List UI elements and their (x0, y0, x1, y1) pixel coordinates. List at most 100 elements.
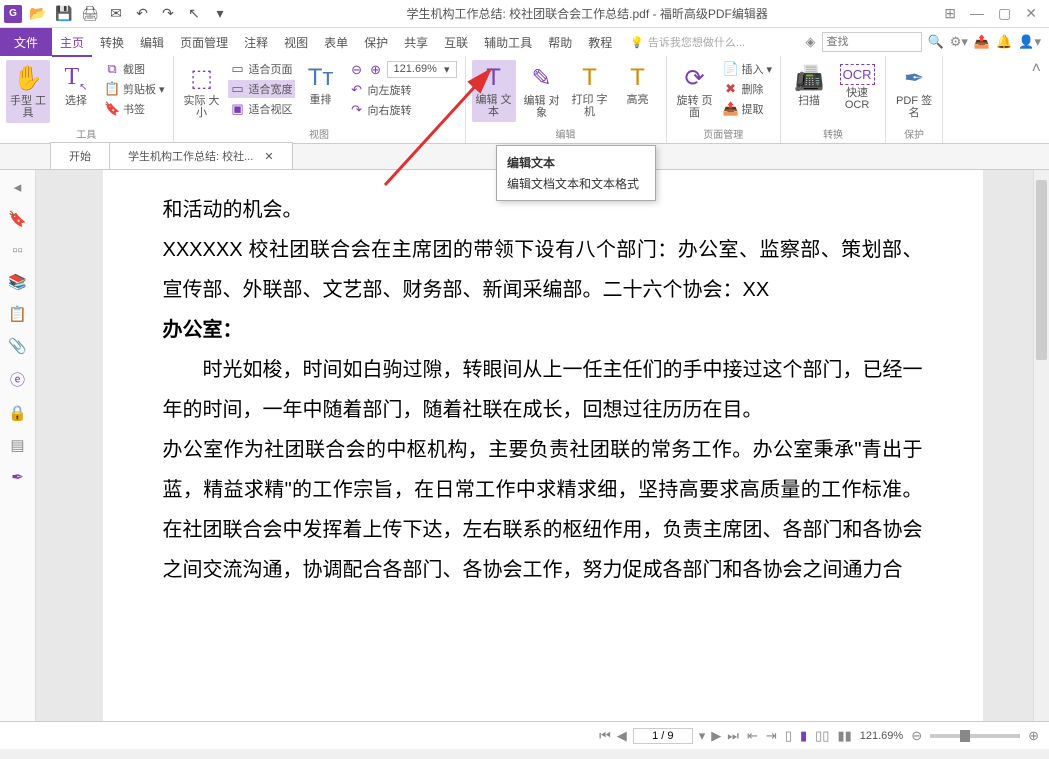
layers-panel-icon[interactable]: 📚 (8, 273, 27, 291)
tab-tutorial[interactable]: 教程 (580, 28, 620, 57)
page-dropdown-icon[interactable]: ▾ (699, 728, 706, 744)
collapse-ribbon-icon[interactable]: ˄ (1024, 56, 1049, 143)
cursor-icon[interactable]: ↖ (184, 4, 204, 24)
tab-comment[interactable]: 注释 (236, 28, 276, 57)
ocr-button[interactable]: OCR 快速 OCR (835, 60, 879, 115)
view-single-icon[interactable]: ▯ (785, 728, 792, 744)
file-menu[interactable]: 文件 (0, 28, 52, 56)
tab-share[interactable]: 共享 (396, 28, 436, 57)
zoom-slider[interactable] (930, 734, 1020, 738)
clipboard-button[interactable]: 📋剪贴板 ▾ (102, 80, 167, 98)
fit-page-button[interactable]: ▭适合页面 (228, 60, 295, 78)
tab-accessibility[interactable]: 辅助工具 (476, 28, 540, 57)
zoom-out-status-icon[interactable]: ⊖ (911, 728, 922, 744)
qat-dropdown-icon[interactable]: ▾ (210, 4, 230, 24)
print-icon[interactable]: 🖨 (80, 4, 100, 24)
tab-form[interactable]: 表单 (316, 28, 356, 57)
bookmark-panel-icon[interactable]: 🔖 (8, 210, 27, 228)
tab-protect[interactable]: 保护 (356, 28, 396, 57)
status-bar: ⏮ ◀ ▾ ▶ ⏭ ⇤ ⇥ ▯ ▮ ▯▯ ▮▮ 121.69% ⊖ ⊕ (0, 721, 1049, 749)
first-page-icon[interactable]: ⏮ (599, 728, 611, 744)
attachments-panel-icon[interactable]: 📎 (8, 337, 27, 355)
email-icon[interactable]: ✉ (106, 4, 126, 24)
tab-connect[interactable]: 互联 (436, 28, 476, 57)
highlight-button[interactable]: T 高亮 (616, 60, 660, 110)
open-icon[interactable]: 📂 (28, 4, 48, 24)
diamond-icon[interactable]: ◈ (806, 34, 816, 50)
tell-me-input[interactable]: 💡 告诉我您想做什么... (630, 34, 745, 50)
rotate-left-button[interactable]: ↶向左旋转 (347, 81, 459, 99)
screenshot-button[interactable]: ⧉截图 (102, 60, 167, 78)
tab-help[interactable]: 帮助 (540, 28, 580, 57)
fit-visible-button[interactable]: ▣适合视区 (228, 100, 295, 118)
redo-icon[interactable]: ↷ (158, 4, 178, 24)
user-icon[interactable]: 👤▾ (1018, 34, 1041, 50)
search-icon[interactable]: 🔍 (928, 34, 944, 50)
bell-icon[interactable]: 🔔 (996, 34, 1012, 50)
extract-button[interactable]: 📤提取 (721, 100, 775, 118)
quick-access-toolbar: G 📂 💾 🖨 ✉ ↶ ↷ ↖ ▾ (0, 4, 230, 24)
bookmark-button[interactable]: 🔖书签 (102, 100, 167, 118)
document-viewport[interactable]: 和活动的机会。 XXXXXX 校社团联合会在主席团的带领下设有八个部门：办公室、… (36, 170, 1049, 721)
bookmark-icon: 🔖 (104, 101, 120, 117)
delete-button[interactable]: ✖删除 (721, 80, 775, 98)
maximize-icon[interactable]: ▢ (998, 5, 1011, 22)
links-panel-icon[interactable]: ⓔ (10, 369, 25, 390)
tab-document[interactable]: 学生机构工作总结: 校社... ✕ (109, 142, 293, 169)
security-panel-icon[interactable]: 🔒 (8, 404, 27, 422)
last-page-icon[interactable]: ⏭ (727, 728, 739, 744)
tab-view[interactable]: 视图 (276, 28, 316, 57)
vertical-scrollbar[interactable] (1033, 170, 1049, 721)
next-page-icon[interactable]: ▶ (711, 728, 721, 744)
share-icon[interactable]: 📤 (974, 34, 990, 50)
fit-width-button[interactable]: ▭适合宽度 (228, 80, 295, 98)
scan-button[interactable]: 📠 扫描 (787, 60, 831, 111)
pdf-sign-button[interactable]: ✒ PDF 签名 (892, 60, 936, 123)
scrollbar-thumb[interactable] (1036, 180, 1047, 360)
tab-home[interactable]: 主页 (52, 28, 92, 57)
sidebar-collapse-icon[interactable]: ◂ (14, 178, 22, 196)
ribbon: ✋ 手型 工具 T↖ 选择 ⧉截图 📋剪贴板 ▾ 🔖书签 工具 ⬚ 实际 大小 … (0, 56, 1049, 144)
pages-panel-icon[interactable]: ▫▫ (12, 242, 23, 259)
zoom-slider-knob[interactable] (960, 730, 970, 742)
nav-fwd-icon[interactable]: ⇥ (766, 728, 777, 744)
edit-object-button[interactable]: ✎ 编辑 对象 (520, 60, 564, 123)
ribbon-options-icon[interactable]: ⊞ (944, 5, 956, 22)
tab-start[interactable]: 开始 (50, 142, 110, 169)
view-continuous-icon[interactable]: ▮ (800, 728, 807, 744)
tab-page-management[interactable]: 页面管理 (172, 28, 236, 57)
view-continuous-facing-icon[interactable]: ▮▮ (837, 728, 851, 744)
edit-text-button[interactable]: T 编辑 文本 (472, 60, 516, 122)
page-number-input[interactable] (633, 728, 693, 744)
zoom-in-icon[interactable]: ⊕ (368, 62, 384, 78)
rotate-page-button[interactable]: ⟳ 旋转 页面 (673, 60, 717, 123)
search-input[interactable] (822, 32, 922, 52)
ribbon-group-view: ⬚ 实际 大小 ▭适合页面 ▭适合宽度 ▣适合视区 Tт 重排 ⊖ ⊕ 121.… (174, 56, 466, 143)
undo-icon[interactable]: ↶ (132, 4, 152, 24)
save-icon[interactable]: 💾 (54, 4, 74, 24)
comments-panel-icon[interactable]: 📋 (8, 305, 27, 323)
view-facing-icon[interactable]: ▯▯ (815, 728, 829, 744)
gear-icon[interactable]: ⚙▾ (950, 34, 968, 50)
sign-icon: ✒ (904, 64, 924, 93)
zoom-in-status-icon[interactable]: ⊕ (1028, 728, 1039, 744)
zoom-out-icon[interactable]: ⊖ (349, 62, 365, 78)
zoom-combo[interactable]: 121.69%▾ (387, 61, 457, 78)
rotate-right-button[interactable]: ↷向右旋转 (347, 101, 459, 119)
select-button[interactable]: T↖ 选择 (54, 60, 98, 111)
insert-button[interactable]: 📄插入 ▾ (721, 60, 775, 78)
tab-convert[interactable]: 转换 (92, 28, 132, 57)
actual-size-button[interactable]: ⬚ 实际 大小 (180, 60, 224, 123)
nav-back-icon[interactable]: ⇤ (747, 728, 758, 744)
fields-panel-icon[interactable]: ▤ (10, 436, 24, 454)
tab-edit[interactable]: 编辑 (132, 28, 172, 57)
close-icon[interactable]: ✕ (1025, 5, 1037, 22)
tab-close-icon[interactable]: ✕ (264, 151, 273, 163)
reflow-button[interactable]: Tт 重排 (299, 60, 343, 110)
minimize-icon[interactable]: — (970, 5, 984, 22)
delete-icon: ✖ (723, 81, 739, 97)
hand-tool-button[interactable]: ✋ 手型 工具 (6, 60, 50, 123)
prev-page-icon[interactable]: ◀ (617, 728, 627, 744)
typewriter-button[interactable]: T 打印 字机 (568, 60, 612, 122)
signatures-panel-icon[interactable]: ✒ (11, 468, 24, 486)
